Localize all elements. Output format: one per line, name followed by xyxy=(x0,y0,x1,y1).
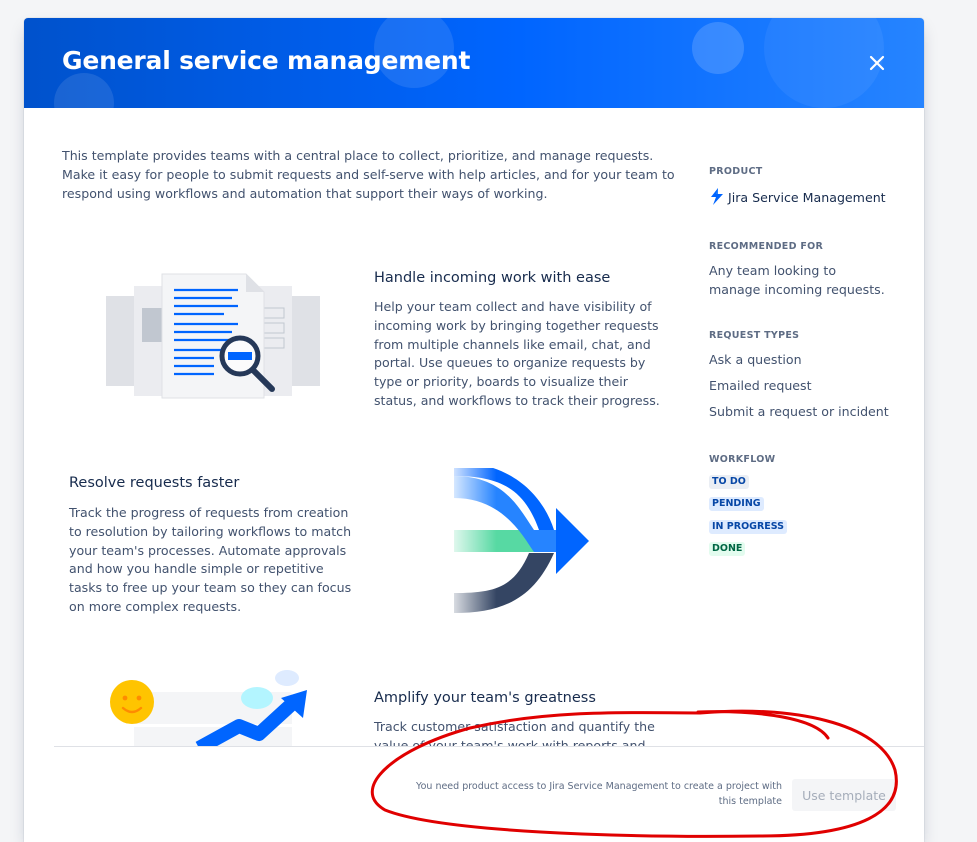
template-description: This template provides teams with a cent… xyxy=(62,148,675,201)
feature-title: Handle incoming work with ease xyxy=(374,270,611,286)
use-template-button[interactable]: Use template xyxy=(792,779,896,811)
status-lozenge-todo: TO DO xyxy=(709,475,749,489)
status-lozenge-done: DONE xyxy=(709,542,746,556)
close-icon xyxy=(869,55,885,71)
growth-chart-illustration xyxy=(110,670,307,748)
request-type-item: Submit a request or incident xyxy=(709,404,889,419)
dialog-title: General service management xyxy=(62,46,471,75)
product-info: Jira Service Management xyxy=(709,188,899,207)
product-label: PRODUCT xyxy=(709,166,763,177)
feature-title: Resolve requests faster xyxy=(69,475,240,491)
recommended-text: Any team looking to manage incoming requ… xyxy=(709,263,885,297)
recommended-label: RECOMMENDED FOR xyxy=(709,241,824,252)
dialog-header: General service management xyxy=(24,18,924,108)
feature-text: Help your team collect and have visibili… xyxy=(374,299,660,408)
dialog-footer: You need product access to Jira Service … xyxy=(54,746,924,842)
status-lozenge-pending: PENDING xyxy=(709,497,764,511)
request-type-item: Ask a question xyxy=(709,352,802,367)
product-name: Jira Service Management xyxy=(728,190,886,205)
template-details-sidebar: PRODUCT Jira Service Management RECOMMEN… xyxy=(709,108,909,748)
feature-text: Track customer satisfaction and quantify… xyxy=(374,719,655,748)
template-dialog: General service management This template… xyxy=(24,18,924,842)
feature-title: Amplify your team's greatness xyxy=(374,690,596,706)
access-note: You need product access to Jira Service … xyxy=(416,781,782,807)
dialog-body: This template provides teams with a cent… xyxy=(24,108,924,748)
merging-arrow-illustration xyxy=(444,468,594,618)
workflow-label: WORKFLOW xyxy=(709,454,776,465)
request-types-label: REQUEST TYPES xyxy=(709,330,800,341)
close-button[interactable] xyxy=(862,48,892,78)
feature-text: Track the progress of requests from crea… xyxy=(69,505,352,614)
request-type-item: Emailed request xyxy=(709,378,812,393)
jira-service-management-icon xyxy=(711,188,723,205)
status-lozenge-in-progress: IN PROGRESS xyxy=(709,520,788,534)
documents-search-illustration xyxy=(106,273,320,399)
